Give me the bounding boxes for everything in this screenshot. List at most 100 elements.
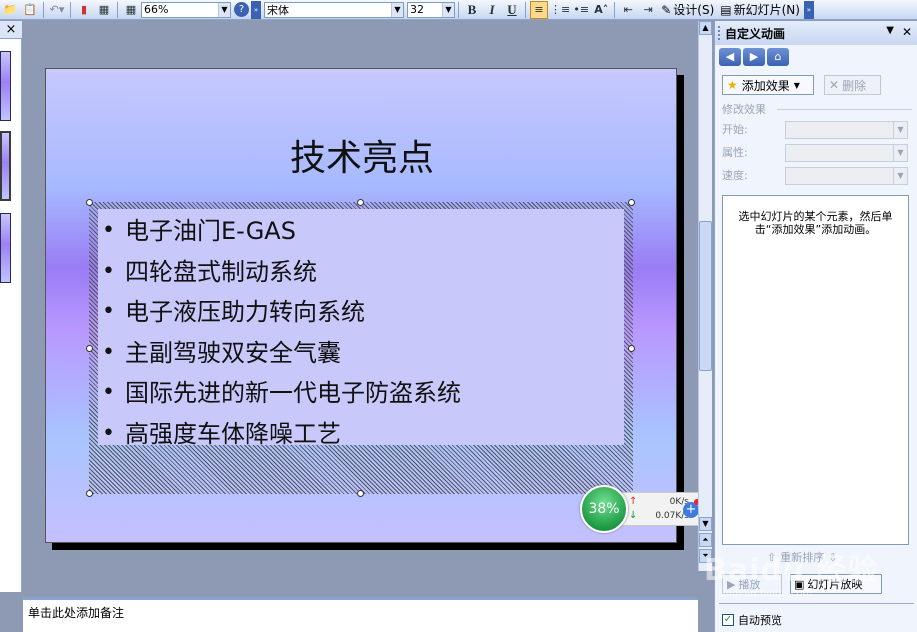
chevron-down-icon: ▼ (218, 2, 230, 17)
task-pane-nav: ◀ ▶ ⌂ (719, 48, 789, 68)
resize-handle[interactable] (357, 199, 364, 206)
add-effect-button[interactable]: ★ 添加效果 ▼ (722, 75, 814, 95)
chart-icon[interactable]: ▮ (75, 1, 93, 19)
chevron-down-icon: ▼ (893, 168, 907, 184)
drag-grip-icon[interactable] (718, 26, 720, 40)
home-icon[interactable]: ⌂ (767, 48, 789, 66)
resize-handle[interactable] (628, 199, 635, 206)
checkbox-icon[interactable]: ✓ (722, 614, 734, 626)
scroll-down-icon[interactable]: ▼ (699, 517, 712, 531)
slide-thumbnail[interactable] (0, 213, 11, 283)
decrease-indent-icon[interactable]: ⇤ (619, 1, 637, 19)
vertical-scrollbar[interactable]: ▲ ▼ ⏶ ⏷ (698, 21, 712, 571)
chevron-down-icon: ▼ (442, 2, 454, 17)
numbered-list-icon[interactable]: ⋮≡ (550, 1, 570, 19)
autopreview-label: 自动预览 (738, 614, 782, 627)
resize-handle[interactable] (628, 345, 635, 352)
chevron-down-icon[interactable]: ▼ (886, 25, 894, 36)
bullet-item[interactable]: 主副驾驶双安全气囊 (98, 333, 461, 374)
table-icon[interactable]: ▦ (95, 1, 113, 19)
bullet-item[interactable]: 国际先进的新一代电子防盗系统 (98, 373, 461, 414)
font-size-value: 32 (410, 3, 424, 16)
toolbar-options-icon[interactable]: » (251, 0, 261, 19)
start-select[interactable]: ▼ (785, 121, 908, 139)
download-speed: 0.07K/s (655, 511, 689, 521)
toolbar-separator (614, 1, 616, 18)
slide-thumbnail-selected[interactable] (0, 130, 12, 202)
help-icon[interactable]: ? (234, 2, 249, 17)
scroll-thumb[interactable] (699, 221, 712, 371)
bullet-item[interactable]: 四轮盘式制动系统 (98, 252, 461, 293)
design-icon: ✎ (661, 2, 672, 17)
formatting-toolbar: 📁 📋 ↶▾ ▮ ▦ ▦ 66% ▼ ? » 宋体 ▼ 32 ▼ B I U ≡… (0, 0, 917, 20)
increase-indent-icon[interactable]: ⇥ (639, 1, 657, 19)
slide-title[interactable]: 技术亮点 (46, 129, 678, 181)
chevron-down-icon: ▼ (893, 122, 907, 138)
baidu-watermark: Baidu 经验 (704, 553, 879, 588)
resize-handle[interactable] (357, 490, 364, 497)
chevron-down-icon: ▼ (893, 145, 907, 161)
font-size-select[interactable]: 32 ▼ (407, 1, 455, 18)
bullet-item[interactable]: 电子油门E-GAS (98, 211, 461, 252)
modify-effect-label: 修改效果 (722, 103, 766, 116)
zoom-value: 66% (144, 3, 169, 16)
bullet-list[interactable]: 电子油门E-GAS四轮盘式制动系统电子液压助力转向系统主副驾驶双安全气囊国际先进… (98, 211, 461, 454)
task-pane-header: 自定义动画 ▼ ✕ (715, 21, 917, 45)
back-icon[interactable]: ◀ (719, 48, 741, 66)
slide-canvas[interactable]: 技术亮点 电子油门E-GAS四轮盘式制动系统电子液压助力转向系统主副驾驶双安全气… (45, 68, 677, 543)
remove-icon: ✕ (829, 78, 840, 92)
property-select[interactable]: ▼ (785, 144, 908, 162)
align-left-icon[interactable]: ≡ (530, 0, 548, 19)
toolbar-separator (458, 1, 459, 18)
autopreview-checkbox[interactable]: ✓ 自动预览 (722, 612, 782, 628)
design-label: 设计(S) (673, 3, 715, 17)
star-icon: ★ (727, 78, 738, 92)
close-icon[interactable]: ✕ (902, 25, 912, 39)
grid-icon[interactable]: ▦ (122, 1, 140, 19)
font-name-value: 宋体 (267, 3, 289, 17)
chevron-down-icon: ▼ (793, 80, 800, 90)
upload-speed: 0K/s (669, 497, 689, 507)
italic-button[interactable]: I (483, 1, 501, 19)
memory-percent-badge[interactable]: 38% (580, 485, 628, 533)
remove-button[interactable]: ✕ 删除 (824, 75, 881, 95)
slide-workspace: 技术亮点 电子油门E-GAS四轮盘式制动系统电子液压助力转向系统主副驾驶双安全气… (23, 21, 706, 592)
divider (719, 603, 914, 604)
bullet-item[interactable]: 电子液压助力转向系统 (98, 292, 461, 333)
zoom-select[interactable]: 66% ▼ (141, 1, 231, 18)
resize-handle[interactable] (86, 345, 93, 352)
start-label: 开始: (722, 123, 748, 136)
resize-handle[interactable] (86, 199, 93, 206)
bullet-item[interactable]: 高强度车体降噪工艺 (98, 414, 461, 455)
divider (777, 109, 912, 110)
custom-animation-task-pane: 自定义动画 ▼ ✕ ◀ ▶ ⌂ ★ 添加效果 ▼ ✕ 删除 修改效果 开始: ▼… (714, 21, 917, 632)
forward-icon[interactable]: ▶ (743, 48, 765, 66)
slide-thumbnail[interactable] (0, 51, 11, 121)
chevron-down-icon: ▼ (391, 2, 403, 17)
scroll-up-icon[interactable]: ▲ (699, 21, 712, 35)
resize-handle[interactable] (86, 490, 93, 497)
font-grow-icon[interactable]: A˄ (592, 1, 610, 19)
toolbar-separator (525, 1, 526, 18)
speed-select[interactable]: ▼ (785, 167, 908, 185)
design-button[interactable]: ✎ 设计(S) (658, 1, 717, 18)
undo-icon[interactable]: ↶▾ (48, 1, 66, 19)
animation-list[interactable]: 选中幻灯片的某个元素，然后单击“添加效果”添加动画。 (722, 195, 909, 545)
network-speed-widget[interactable]: ↑ 0K/s ↓ 0.07K/s + 38% (580, 485, 711, 533)
font-name-select[interactable]: 宋体 ▼ (264, 1, 404, 18)
new-slide-button[interactable]: ▤ 新幻灯片(N) (717, 1, 803, 18)
bullet-list-icon[interactable]: •≡ (572, 1, 590, 19)
bold-button[interactable]: B (463, 1, 481, 19)
toolbar-separator (117, 1, 118, 18)
animation-list-hint: 选中幻灯片的某个元素，然后单击“添加效果”添加动画。 (738, 210, 893, 236)
task-pane-title: 自定义动画 (725, 26, 786, 41)
close-icon[interactable]: × (0, 21, 22, 39)
toolbar-options-icon[interactable]: » (803, 0, 814, 19)
toolbar-separator (43, 1, 44, 18)
paste-icon[interactable]: 📋 (21, 1, 39, 19)
new-slide-label: 新幻灯片(N) (733, 3, 800, 17)
underline-button[interactable]: U (503, 1, 521, 19)
notes-pane[interactable]: 单击此处添加备注 (23, 597, 698, 632)
open-icon[interactable]: 📁 (1, 1, 19, 19)
speed-label: 速度: (722, 169, 748, 182)
